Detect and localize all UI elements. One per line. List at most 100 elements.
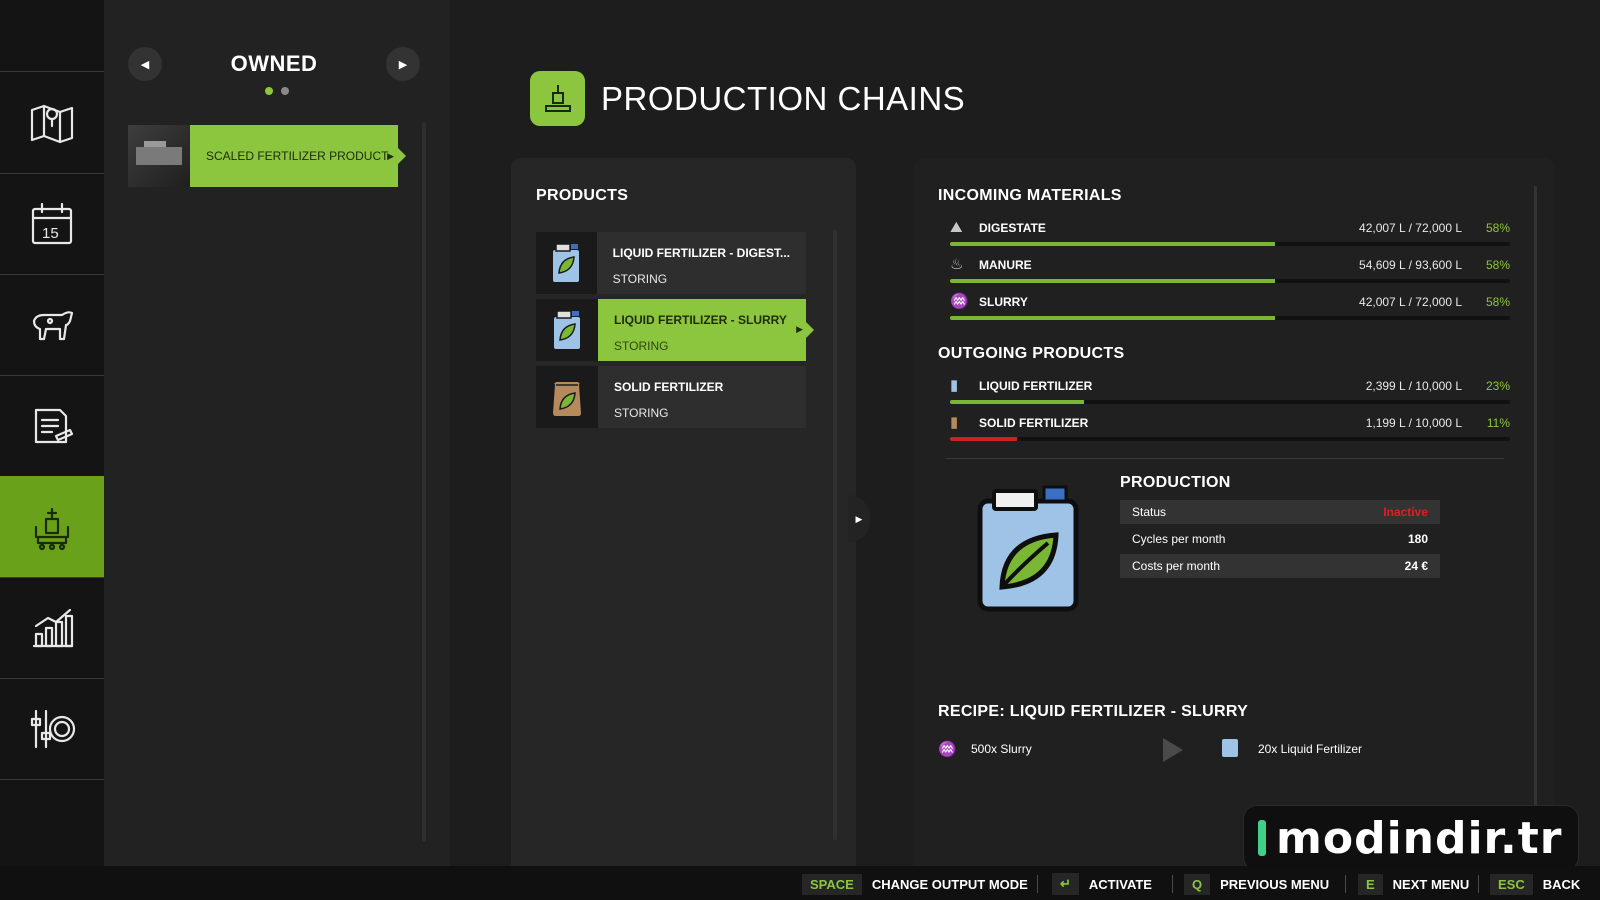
details-panel: INCOMING MATERIALS ⛰ DIGESTATE 42,007 L …	[914, 158, 1554, 868]
details-scrollbar[interactable]	[1534, 186, 1537, 806]
fill-bar-level	[950, 279, 1275, 283]
page-dot[interactable]	[281, 87, 289, 95]
hint-activate[interactable]: ↵ ACTIVATE	[1052, 873, 1152, 895]
product-status: STORING	[614, 406, 669, 420]
fill-bar-level	[950, 242, 1275, 246]
solid-fertilizer-icon: ▮	[950, 414, 959, 431]
owned-next-button[interactable]: ▶	[386, 47, 420, 81]
material-percent: 23%	[1485, 379, 1510, 393]
rail-item-contracts[interactable]	[0, 375, 104, 476]
owned-page-indicator	[104, 87, 450, 95]
owned-item-scaled-fertilizer[interactable]: SCALED FERTILIZER PRODUCT ▶	[128, 125, 406, 187]
production-icon	[544, 84, 571, 112]
hint-label: NEXT MENU	[1392, 876, 1470, 892]
material-amount: 1,199 L / 10,000 L	[1365, 416, 1462, 430]
outgoing-row-solid-fertilizer: ▮ SOLID FERTILIZER 1,199 L / 10,000 L 11…	[950, 413, 1510, 443]
triangle-right-icon: ▶	[398, 58, 408, 71]
digestate-icon: ⛰	[950, 219, 963, 236]
material-amount: 42,007 L / 72,000 L	[1359, 295, 1462, 309]
rail-item-statistics[interactable]	[0, 577, 104, 678]
watermark-text: modindir.tr	[1276, 812, 1563, 864]
hint-label: BACK	[1542, 876, 1581, 892]
page-dot-active[interactable]	[265, 87, 273, 95]
rail-spacer	[0, 779, 104, 867]
rail-item-settings[interactable]	[0, 678, 104, 779]
owned-scrollbar[interactable]	[422, 122, 426, 842]
product-name: LIQUID FERTILIZER - SLURRY	[614, 313, 787, 327]
material-name: LIQUID FERTILIZER	[979, 379, 1093, 393]
material-amount: 54,609 L / 93,600 L	[1359, 258, 1462, 272]
rail-item-map[interactable]	[0, 71, 104, 172]
rail-item-production[interactable]	[0, 476, 111, 577]
fill-bar	[950, 279, 1510, 283]
material-percent: 11%	[1486, 416, 1510, 430]
recipe-row: ♒ 500x Slurry 20x Liquid Fertilizer	[938, 735, 1498, 765]
material-name: MANURE	[979, 258, 1032, 272]
section-divider	[946, 458, 1504, 459]
product-name: SOLID FERTILIZER	[614, 380, 724, 394]
products-title: PRODUCTS	[536, 187, 629, 204]
product-item-liquid-digestate[interactable]: LIQUID FERTILIZER - DIGEST... STORING	[536, 232, 806, 294]
material-amount: 2,399 L / 10,000 L	[1365, 379, 1462, 393]
production-row-status: Status Inactive	[1120, 500, 1440, 524]
map-icon	[30, 104, 74, 144]
statistics-icon	[32, 608, 74, 648]
product-item-liquid-slurry[interactable]: LIQUID FERTILIZER - SLURRY STORING ▶	[536, 299, 814, 361]
product-status: STORING	[612, 272, 668, 286]
svg-text:15: 15	[42, 225, 59, 242]
play-arrow-icon	[1163, 738, 1183, 762]
rail-item-calendar[interactable]: 15	[0, 173, 104, 274]
product-status: STORING	[614, 339, 669, 353]
hint-change-output-mode[interactable]: SPACE CHANGE OUTPUT MODE	[802, 873, 1028, 895]
hint-next-menu[interactable]: E NEXT MENU	[1358, 873, 1469, 895]
rail-item-animals[interactable]	[0, 274, 104, 375]
hint-label: CHANGE OUTPUT MODE	[871, 876, 1028, 892]
panel-toggle-button[interactable]: ▶	[848, 495, 870, 543]
outgoing-row-liquid-fertilizer: ▮ LIQUID FERTILIZER 2,399 L / 10,000 L 2…	[950, 376, 1510, 406]
material-percent: 58%	[1485, 295, 1510, 309]
products-list: LIQUID FERTILIZER - DIGEST... STORING LI…	[536, 232, 814, 433]
hint-previous-menu[interactable]: Q PREVIOUS MENU	[1184, 873, 1329, 895]
recipe-title: RECIPE: LIQUID FERTILIZER - SLURRY	[938, 703, 1249, 720]
production-table: Status Inactive Cycles per month 180 Cos…	[1120, 500, 1440, 581]
incoming-row-digestate: ⛰ DIGESTATE 42,007 L / 72,000 L 58%	[950, 218, 1510, 248]
triangle-right-icon: ▶	[387, 150, 394, 161]
row-label: Status	[1132, 505, 1167, 519]
solid-fertilizer-icon	[550, 380, 584, 418]
material-name: DIGESTATE	[979, 221, 1046, 235]
production-icon	[34, 507, 70, 551]
recipe-output: 20x Liquid Fertilizer	[1258, 742, 1363, 756]
recipe-input: 500x Slurry	[971, 742, 1032, 756]
main-menu-rail: 15	[0, 0, 111, 867]
key-badge: SPACE	[802, 873, 862, 895]
fill-bar-level	[950, 437, 1018, 441]
material-name: SOLID FERTILIZER	[979, 416, 1089, 430]
incoming-row-manure: ♨ MANURE 54,609 L / 93,600 L 58%	[950, 255, 1510, 285]
hint-back[interactable]: ESC BACK	[1490, 873, 1580, 895]
liquid-fertilizer-icon	[977, 485, 1079, 612]
triangle-right-icon: ▶	[855, 513, 863, 524]
product-item-solid-fertilizer[interactable]: SOLID FERTILIZER STORING	[536, 366, 806, 428]
manure-icon: ♨	[950, 256, 964, 273]
row-value: 24 €	[1404, 559, 1428, 573]
triangle-right-icon: ▶	[796, 324, 803, 334]
liquid-fertilizer-icon	[1222, 739, 1238, 757]
fill-bar-level	[950, 316, 1275, 320]
owned-panel: ◀ OWNED ▶ SCALED FERTILIZER PRODUCT ▶	[104, 0, 450, 866]
material-percent: 58%	[1485, 258, 1510, 272]
fill-bar	[950, 316, 1510, 320]
products-scrollbar[interactable]	[833, 230, 837, 840]
owned-title: OWNED	[230, 51, 318, 76]
products-panel: PRODUCTS LIQUID FERTILIZER - DIGEST... S…	[511, 158, 856, 868]
material-name: SLURRY	[979, 295, 1028, 309]
owned-item-label: SCALED FERTILIZER PRODUCT	[206, 149, 389, 163]
incoming-row-slurry: ♒ SLURRY 42,007 L / 72,000 L 58%	[950, 292, 1510, 322]
fill-bar-level	[950, 400, 1085, 404]
fill-bar	[950, 242, 1510, 246]
key-badge: ESC	[1490, 873, 1533, 895]
page-title: PRODUCTION CHAINS	[601, 80, 966, 117]
row-value: 180	[1407, 532, 1428, 546]
key-badge: Q	[1184, 873, 1211, 895]
liquid-fertilizer-icon	[552, 310, 582, 351]
material-percent: 58%	[1485, 221, 1510, 235]
